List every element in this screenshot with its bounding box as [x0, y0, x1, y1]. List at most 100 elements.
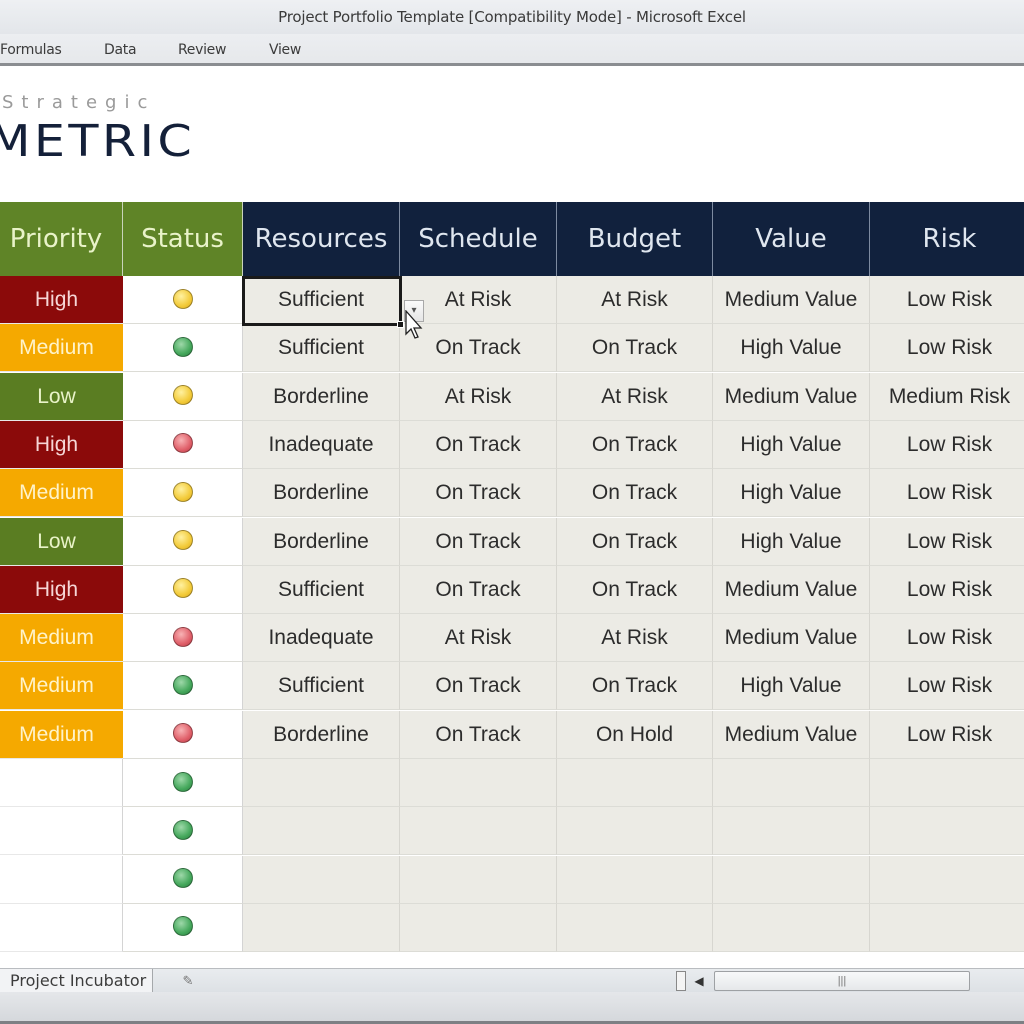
priority-cell[interactable] [0, 807, 123, 856]
priority-cell[interactable]: Low [0, 517, 123, 566]
risk-cell[interactable]: Low Risk [870, 565, 1024, 614]
priority-cell[interactable]: Medium [0, 710, 123, 759]
status-cell[interactable] [123, 324, 243, 373]
risk-cell[interactable]: Low Risk [870, 469, 1024, 518]
value-cell[interactable] [713, 807, 870, 856]
priority-cell[interactable] [0, 855, 123, 904]
risk-cell[interactable]: Low Risk [870, 662, 1024, 711]
budget-cell[interactable]: At Risk [557, 614, 713, 663]
column-header-priority[interactable]: Priority [0, 202, 123, 276]
risk-cell[interactable]: Low Risk [870, 324, 1024, 373]
status-cell[interactable] [123, 710, 243, 759]
column-header-resources[interactable]: Resources [243, 202, 400, 276]
status-cell[interactable] [123, 614, 243, 663]
column-header-value[interactable]: Value [713, 202, 870, 276]
budget-cell[interactable]: At Risk [557, 276, 713, 324]
resources-cell[interactable]: Borderline [243, 469, 400, 518]
schedule-cell[interactable] [400, 759, 557, 807]
sheet-tab-project-incubator[interactable]: Project Incubator [0, 969, 154, 993]
ribbon-tab-data[interactable]: Data [104, 42, 137, 58]
resources-cell[interactable]: Borderline [243, 372, 400, 421]
budget-cell[interactable]: On Track [557, 420, 713, 469]
resources-cell[interactable]: Inadequate [243, 420, 400, 469]
budget-cell[interactable]: At Risk [557, 372, 713, 421]
priority-cell[interactable]: Low [0, 372, 123, 421]
value-cell[interactable] [713, 855, 870, 904]
resources-cell[interactable] [243, 903, 400, 952]
schedule-cell[interactable]: On Track [400, 565, 557, 614]
ribbon-tab-review[interactable]: Review [178, 42, 226, 58]
value-cell[interactable]: Medium Value [713, 276, 870, 324]
schedule-cell[interactable] [400, 855, 557, 904]
value-cell[interactable]: Medium Value [713, 565, 870, 614]
risk-cell[interactable]: Low Risk [870, 517, 1024, 566]
resources-cell[interactable]: Inadequate [243, 614, 400, 663]
priority-cell[interactable]: Medium [0, 614, 123, 663]
value-cell[interactable]: High Value [713, 662, 870, 711]
priority-cell[interactable]: Medium [0, 324, 123, 373]
schedule-cell[interactable]: On Track [400, 469, 557, 518]
risk-cell[interactable]: Low Risk [870, 420, 1024, 469]
status-cell[interactable] [123, 420, 243, 469]
value-cell[interactable] [713, 759, 870, 807]
priority-cell[interactable] [0, 759, 123, 807]
risk-cell[interactable]: Low Risk [870, 710, 1024, 759]
budget-cell[interactable]: On Track [557, 469, 713, 518]
resources-cell[interactable]: Sufficient [243, 662, 400, 711]
schedule-cell[interactable]: On Track [400, 662, 557, 711]
risk-cell[interactable] [870, 855, 1024, 904]
schedule-cell[interactable]: On Track [400, 517, 557, 566]
risk-cell[interactable]: Medium Risk [870, 372, 1024, 421]
budget-cell[interactable] [557, 855, 713, 904]
resources-cell[interactable]: Borderline [243, 517, 400, 566]
status-cell[interactable] [123, 565, 243, 614]
value-cell[interactable]: Medium Value [713, 614, 870, 663]
priority-cell[interactable]: High [0, 276, 123, 324]
value-cell[interactable]: Medium Value [713, 710, 870, 759]
resources-cell[interactable]: Borderline [243, 710, 400, 759]
budget-cell[interactable]: On Hold [557, 710, 713, 759]
risk-cell[interactable] [870, 807, 1024, 856]
risk-cell[interactable]: Low Risk [870, 614, 1024, 663]
value-cell[interactable]: High Value [713, 324, 870, 373]
horizontal-scrollbar-thumb[interactable]: ||| [714, 971, 970, 991]
schedule-cell[interactable]: At Risk [400, 372, 557, 421]
priority-cell[interactable]: High [0, 420, 123, 469]
fill-handle[interactable] [397, 321, 404, 328]
value-cell[interactable]: Medium Value [713, 372, 870, 421]
resources-cell[interactable] [243, 807, 400, 856]
budget-cell[interactable]: On Track [557, 565, 713, 614]
budget-cell[interactable] [557, 807, 713, 856]
value-cell[interactable]: High Value [713, 517, 870, 566]
budget-cell[interactable] [557, 903, 713, 952]
value-cell[interactable]: High Value [713, 420, 870, 469]
status-cell[interactable] [123, 855, 243, 904]
priority-cell[interactable]: Medium [0, 469, 123, 518]
status-cell[interactable] [123, 517, 243, 566]
resources-cell[interactable] [243, 759, 400, 807]
budget-cell[interactable]: On Track [557, 662, 713, 711]
schedule-cell[interactable] [400, 903, 557, 952]
budget-cell[interactable]: On Track [557, 324, 713, 373]
status-cell[interactable] [123, 276, 243, 324]
status-cell[interactable] [123, 759, 243, 807]
status-cell[interactable] [123, 807, 243, 856]
risk-cell[interactable]: Low Risk [870, 276, 1024, 324]
status-cell[interactable] [123, 903, 243, 952]
ribbon-tab-formulas[interactable]: Formulas [0, 42, 62, 58]
schedule-cell[interactable]: On Track [400, 710, 557, 759]
status-cell[interactable] [123, 469, 243, 518]
column-header-risk[interactable]: Risk [870, 202, 1024, 276]
column-header-budget[interactable]: Budget [557, 202, 713, 276]
risk-cell[interactable] [870, 903, 1024, 952]
status-cell[interactable] [123, 372, 243, 421]
budget-cell[interactable]: On Track [557, 517, 713, 566]
ribbon-tab-view[interactable]: View [269, 42, 301, 58]
priority-cell[interactable]: Medium [0, 662, 123, 711]
resources-cell[interactable]: Sufficient [243, 276, 400, 324]
budget-cell[interactable] [557, 759, 713, 807]
resources-cell[interactable]: Sufficient [243, 324, 400, 373]
schedule-cell[interactable] [400, 807, 557, 856]
status-cell[interactable] [123, 662, 243, 711]
schedule-cell[interactable]: On Track [400, 420, 557, 469]
